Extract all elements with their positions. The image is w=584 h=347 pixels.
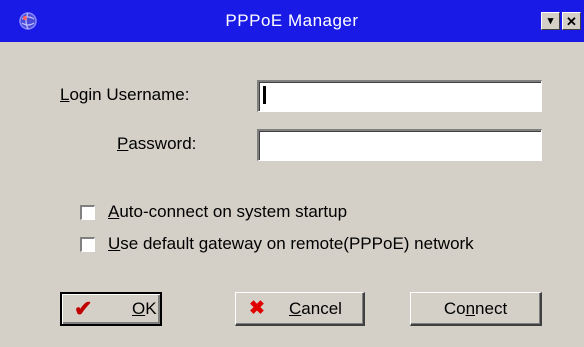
chevron-down-icon: ▾	[547, 14, 554, 27]
password-label-mnemonic: P	[117, 134, 129, 153]
x-mark-icon: ✖	[249, 298, 265, 319]
cancel-label-mnemonic: C	[289, 298, 302, 318]
username-label: Login Username:	[60, 85, 189, 105]
password-input[interactable]	[257, 129, 542, 161]
window-menu-button[interactable]: ▾	[541, 12, 560, 30]
auto-connect-label[interactable]: Auto-connect on system startup	[108, 202, 347, 222]
ok-label-mnemonic: O	[132, 299, 146, 318]
cancel-button-label: Cancel	[289, 299, 342, 319]
checkmark-icon: ✔	[74, 296, 93, 321]
default-gateway-label-text: se default gateway on remote(PPPoE) netw…	[120, 234, 474, 253]
ok-label-text: K	[145, 299, 157, 318]
default-gateway-label-mnemonic: U	[108, 234, 121, 253]
window-title: PPPoE Manager	[225, 11, 359, 30]
auto-connect-label-mnemonic: A	[108, 202, 120, 221]
username-input[interactable]	[257, 80, 542, 112]
default-gateway-checkbox[interactable]	[80, 237, 95, 252]
password-label-text: assword:	[128, 134, 197, 153]
username-label-text: ogin Username:	[69, 85, 190, 104]
ok-button[interactable]: ✔ OK	[60, 292, 162, 326]
connect-label-prefix: Co	[443, 298, 466, 318]
auto-connect-label-text: uto-connect on system startup	[119, 202, 348, 221]
cancel-button[interactable]: ✖ Cancel	[235, 292, 365, 326]
connect-button[interactable]: Connect	[410, 292, 542, 326]
pppoe-manager-window: PPPoE Manager ▾ ✕ Login Username: Passwo…	[0, 0, 584, 347]
text-caret	[263, 86, 266, 104]
connect-label-mnemonic: n	[465, 298, 476, 318]
default-gateway-label[interactable]: Use default gateway on remote(PPPoE) net…	[108, 234, 474, 254]
ok-button-label: OK	[132, 299, 157, 319]
auto-connect-checkbox[interactable]	[80, 205, 95, 220]
connect-label-text: nect	[475, 298, 508, 318]
window-close-button[interactable]: ✕	[562, 12, 581, 30]
connect-button-label: Connect	[444, 299, 507, 319]
cancel-label-text: ancel	[301, 298, 342, 318]
title-bar[interactable]: PPPoE Manager ▾ ✕	[0, 0, 584, 42]
password-label: Password:	[117, 134, 196, 154]
close-icon: ✕	[566, 13, 577, 29]
